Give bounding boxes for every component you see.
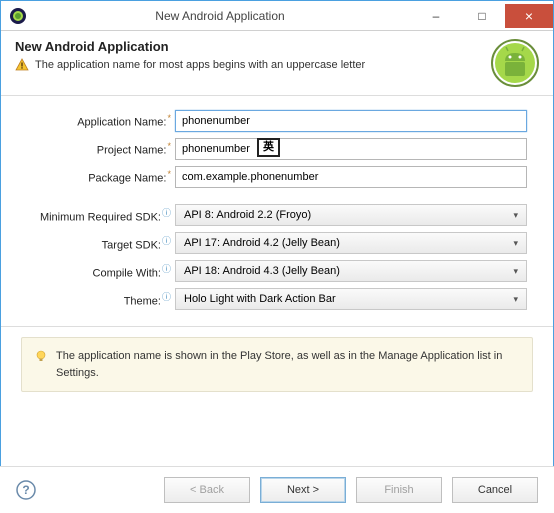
theme-select[interactable]: Holo Light with Dark Action Bar▾ [175,288,527,310]
minimize-button[interactable]: – [413,4,459,28]
warning-icon [15,58,29,72]
target-sdk-label: Target SDK:ⓘ [27,234,175,252]
chevron-down-icon: ▾ [513,294,518,305]
project-name-label: Project Name:* [27,141,175,157]
back-button[interactable]: < Back [164,477,250,503]
min-sdk-label: Minimum Required SDK:ⓘ [27,206,175,224]
info-text: The application name is shown in the Pla… [56,348,520,381]
dialog-header: New Android Application The application … [1,31,553,95]
titlebar: New Android Application – □ × [1,1,553,31]
chevron-down-icon: ▾ [513,238,518,249]
page-title: New Android Application [15,39,483,54]
app-name-input[interactable] [175,110,527,132]
svg-text:?: ? [22,483,29,497]
app-name-label: Application Name:* [27,113,175,129]
cancel-button[interactable]: Cancel [452,477,538,503]
ime-indicator: 英 [257,138,280,157]
app-icon [9,7,27,25]
info-box: The application name is shown in the Pla… [21,337,533,392]
chevron-down-icon: ▾ [513,266,518,277]
min-sdk-select[interactable]: API 8: Android 2.2 (Froyo)▾ [175,204,527,226]
window-title: New Android Application [27,9,413,23]
lightbulb-icon [34,349,48,363]
chevron-down-icon: ▾ [513,210,518,221]
target-sdk-select[interactable]: API 17: Android 4.2 (Jelly Bean)▾ [175,232,527,254]
form-area: Application Name:* Project Name:* 英 Pack… [1,96,553,326]
package-name-input[interactable] [175,166,527,188]
android-logo-icon [491,39,539,87]
compile-with-label: Compile With:ⓘ [27,262,175,280]
theme-label: Theme:ⓘ [27,290,175,308]
warning-text: The application name for most apps begin… [35,59,365,71]
compile-with-select[interactable]: API 18: Android 4.3 (Jelly Bean)▾ [175,260,527,282]
finish-button[interactable]: Finish [356,477,442,503]
help-icon[interactable]: ? [16,480,36,500]
package-name-label: Package Name:* [27,169,175,185]
button-bar: ? < Back Next > Finish Cancel [0,466,554,513]
project-name-input[interactable] [175,138,527,160]
maximize-button[interactable]: □ [459,4,505,28]
close-button[interactable]: × [505,4,553,28]
next-button[interactable]: Next > [260,477,346,503]
